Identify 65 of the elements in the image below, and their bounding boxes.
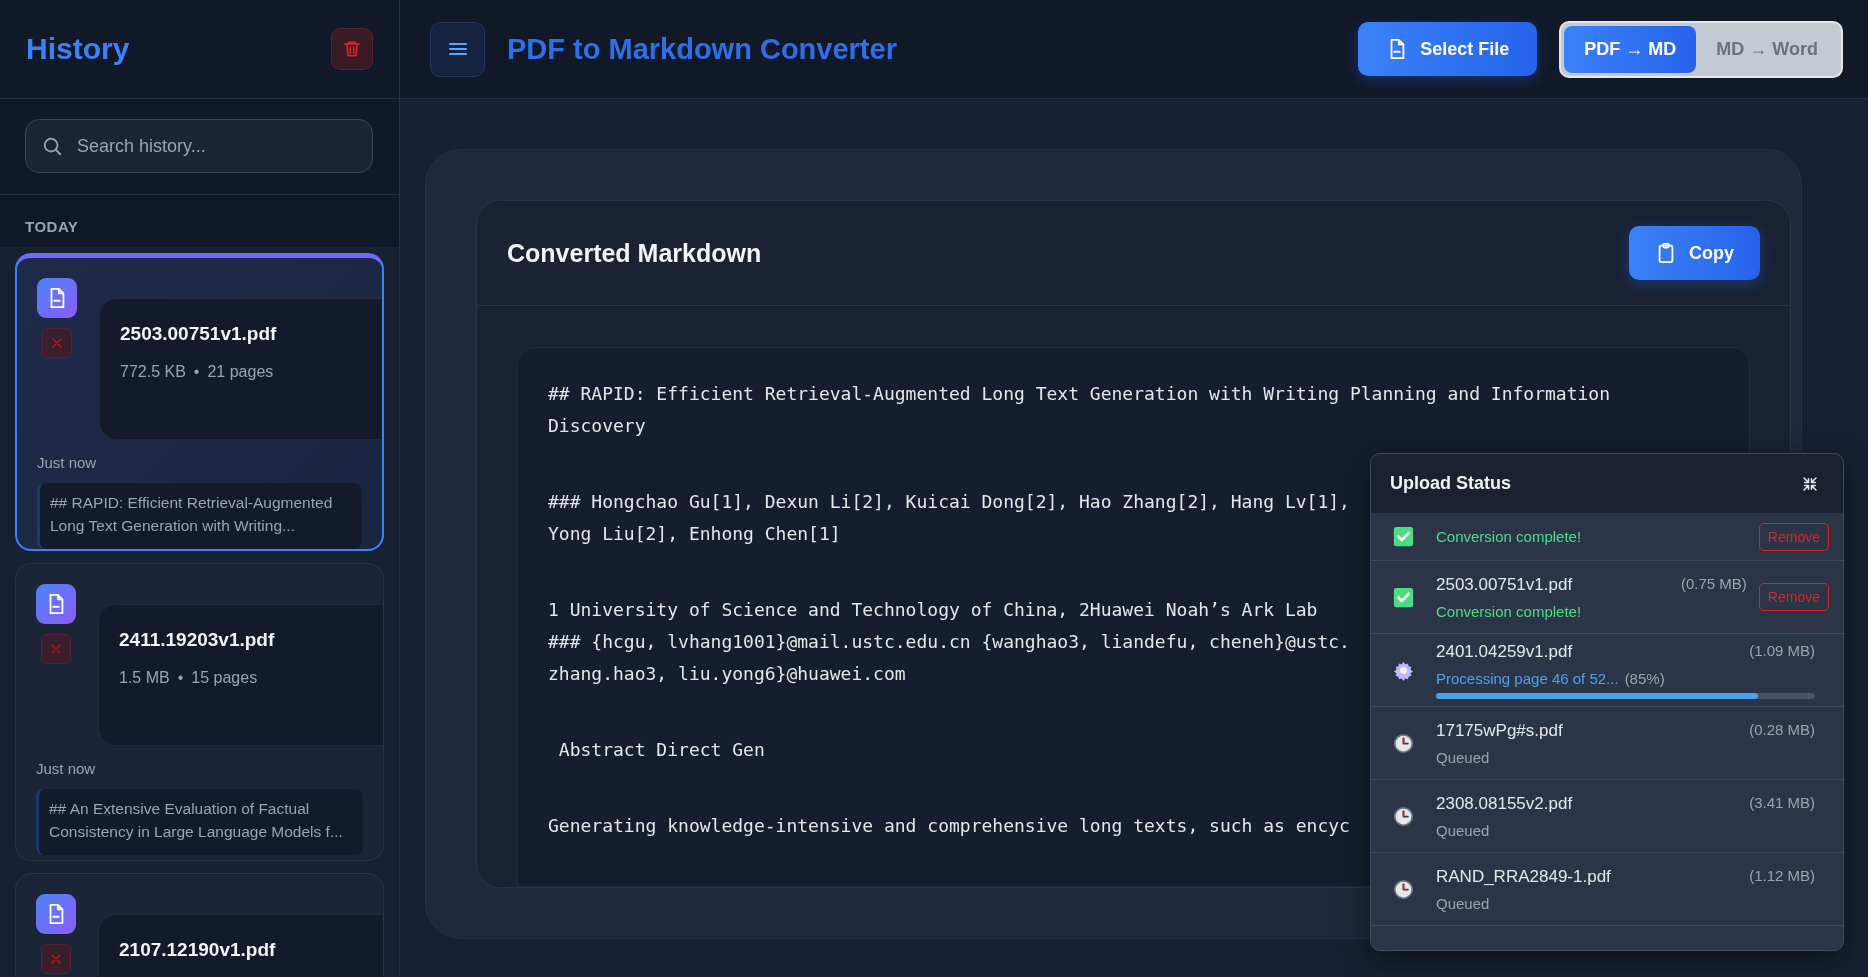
file-size: 772.5 KB: [120, 363, 186, 381]
history-card[interactable]: 2411.19203v1.pdf 1.5 MB • 15 pages Just now ## An Extensive Evaluation of Factual Consistency in Large Language Models f...: [15, 563, 384, 861]
gear-icon: [1393, 659, 1414, 681]
trash-icon: [342, 39, 362, 59]
status-text: Conversion complete!: [1436, 528, 1583, 545]
copy-button[interactable]: Copy: [1629, 226, 1760, 280]
select-file-button[interactable]: Select File: [1358, 22, 1538, 76]
file-name: 17175wPg#s.pdf: [1436, 720, 1563, 741]
file-size: (3.41 MB): [1749, 793, 1815, 813]
timestamp: Just now: [36, 760, 97, 777]
file-size: 1.5 MB: [119, 669, 170, 687]
file-name: RAND_RRA2849-1.pdf: [1436, 866, 1611, 887]
status-text: Queued: [1436, 894, 1491, 912]
mode-tab[interactable]: MD → Word: [1696, 25, 1838, 73]
clock-icon: [1393, 878, 1414, 900]
page-count: 15 pages: [191, 669, 258, 687]
file-name: 2308.08155v2.pdf: [1436, 793, 1573, 814]
search-field[interactable]: Search history...: [25, 119, 373, 173]
markdown-line: zhang.hao3, liu.yong6}@huawei.com: [548, 662, 906, 686]
markdown-line: ### Hongchao Gu[1], Dexun Li[2], Kuicai Dong[2], Hao Zhang[2], Hang Lv[1],: [548, 490, 1350, 514]
remove-button[interactable]: Remove: [1758, 583, 1829, 611]
app-title: PDF to Markdown Converter: [507, 32, 898, 66]
file-name: 2401.04259v1.pdf: [1436, 641, 1573, 662]
separator-dot: •: [177, 669, 184, 687]
status-text: Conversion complete!: [1436, 602, 1583, 620]
collapse-button[interactable]: [1801, 474, 1819, 493]
clock-icon: [1393, 805, 1414, 827]
markdown-line: Generating knowledge-intensive and comprehensive long texts, such as encyc: [548, 814, 1350, 838]
search-icon: [41, 135, 63, 157]
status-text: Queued: [1436, 748, 1491, 766]
collapse-icon: [1801, 474, 1819, 493]
checkbox-icon: [1393, 586, 1414, 608]
file-name: 2503.00751v1.pdf: [120, 323, 278, 345]
markdown-line: Yong Liu[2], Enhong Chen[1]: [548, 522, 841, 546]
file-name: 2411.19203v1.pdf: [119, 629, 276, 651]
markdown-line: Abstract Direct Gen: [557, 738, 765, 762]
menu-button[interactable]: [430, 21, 485, 77]
file-name: 2503.00751v1.pdf: [1436, 574, 1573, 595]
markdown-line: ### {hcgu, lvhang1001}@mail.ustc.edu.cn {wanghao3, liandefu, cheneh}@ustc.: [548, 630, 1350, 654]
status-text: Queued: [1436, 821, 1491, 839]
markdown-line: ## RAPID: Efficient Retrieval-Augmented Long Text Generation with Writing Planning and Information: [548, 382, 1611, 406]
file-name: 2107.12190v1.pdf: [119, 939, 277, 961]
page-count: 21 pages: [207, 363, 274, 381]
timestamp: Just now: [37, 454, 98, 471]
markdown-line: Discovery: [548, 414, 646, 438]
progress-percent: (85%): [1624, 669, 1665, 687]
file-size: (1.09 MB): [1749, 641, 1815, 661]
checkbox-icon: [1393, 526, 1414, 547]
clear-history-button[interactable]: [331, 28, 373, 70]
sidebar-title: History: [26, 32, 130, 66]
markdown-line: 1 University of Science and Technology of China, 2Huawei Noah’s Ark Lab: [548, 598, 1318, 622]
file-size: (0.28 MB): [1749, 720, 1815, 740]
separator-dot: •: [193, 363, 200, 381]
panel-title: Upload Status: [1390, 473, 1511, 494]
history-card[interactable]: 2503.00751v1.pdf 772.5 KB • 21 pages Just now ## RAPID: Efficient Retrieval-Augmented Long Text Generation with Writing...: [15, 253, 384, 551]
clock-icon: [1393, 732, 1414, 754]
history-card[interactable]: 2107.12190v1.pdf: [15, 873, 384, 977]
mode-tab[interactable]: PDF → MD: [1564, 25, 1697, 73]
file-size: (0.75 MB): [1681, 574, 1747, 594]
content-preview: ## RAPID: Efficient Retrieval-Augmented Long Text Generation with Writing...: [37, 483, 362, 549]
remove-button[interactable]: Remove: [1758, 522, 1829, 551]
content-preview: ## An Extensive Evaluation of Factual Consistency in Large Language Models f...: [36, 789, 363, 855]
status-text: Processing page 46 of 52...: [1436, 669, 1619, 687]
card-title: Converted Markdown: [507, 238, 762, 268]
file-size: (1.12 MB): [1749, 866, 1815, 886]
